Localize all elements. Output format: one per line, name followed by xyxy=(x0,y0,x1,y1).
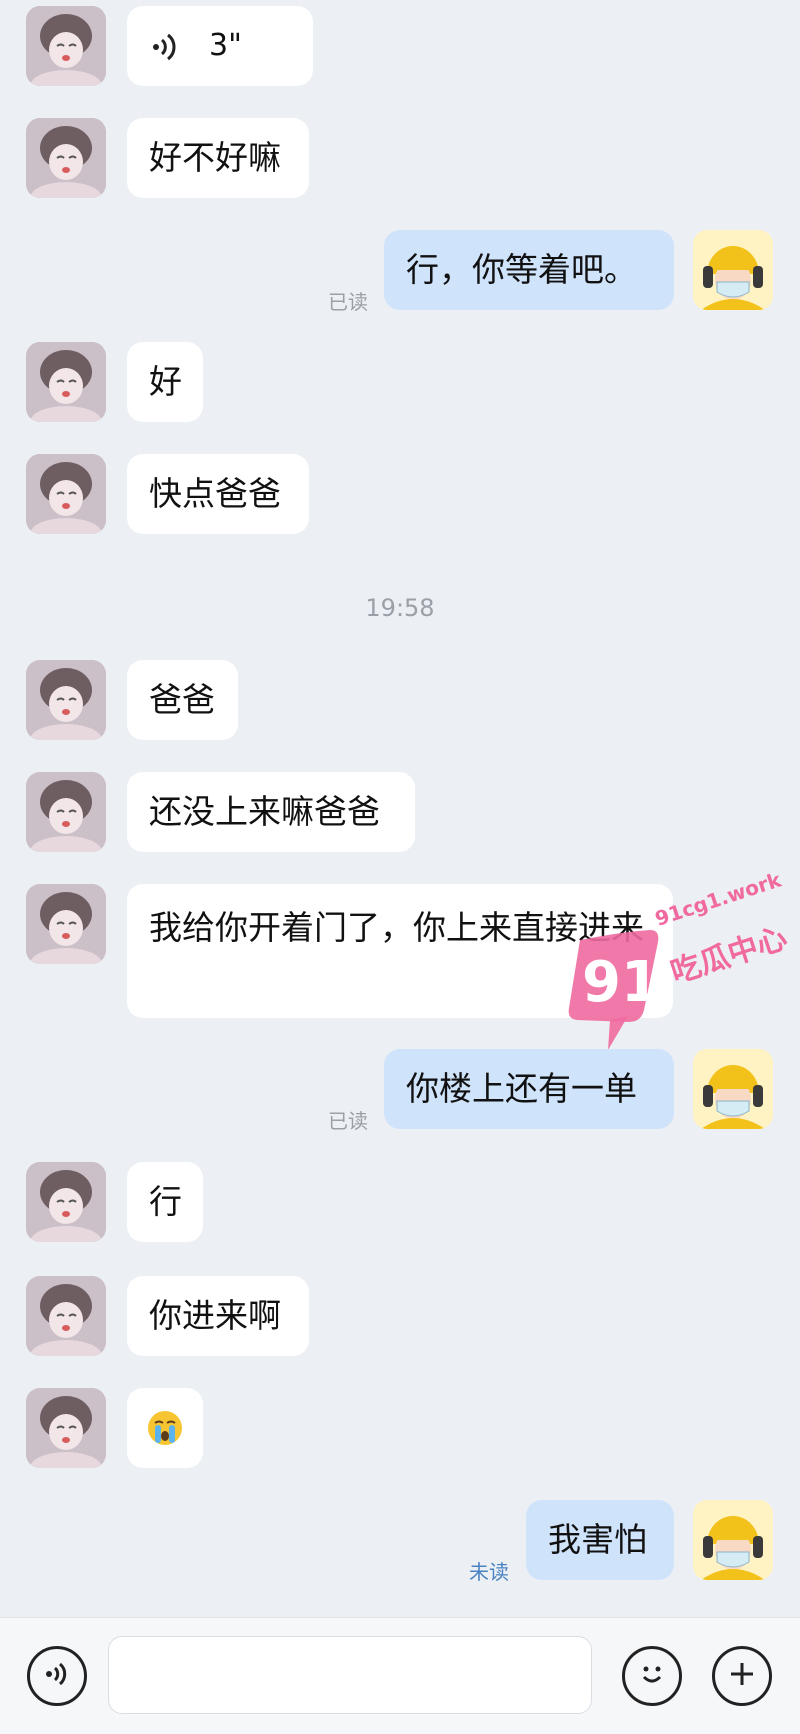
contact-avatar[interactable] xyxy=(26,772,106,852)
contact-avatar[interactable] xyxy=(26,884,106,964)
message-bubble[interactable]: 你进来啊 xyxy=(127,1276,309,1356)
watermark-number: 91 xyxy=(582,950,660,1015)
plus-button[interactable] xyxy=(712,1646,772,1706)
user-avatar[interactable] xyxy=(693,230,773,310)
message-bubble[interactable]: 好 xyxy=(127,342,203,422)
message-bubble[interactable]: 还没上来嘛爸爸 xyxy=(127,772,415,852)
message-row: 快点爸爸 xyxy=(0,454,800,534)
voice-icon xyxy=(42,1659,72,1693)
voice-message-bubble[interactable]: 3" xyxy=(127,6,313,86)
contact-avatar[interactable] xyxy=(26,1388,106,1468)
input-bar xyxy=(0,1617,800,1734)
voice-wave-icon xyxy=(151,30,179,74)
message-bubble[interactable]: 爸爸 xyxy=(127,660,238,740)
contact-avatar[interactable] xyxy=(26,660,106,740)
read-status: 已读 xyxy=(328,290,368,314)
message-row: 爸爸 xyxy=(0,660,800,740)
message-row: 3" xyxy=(0,6,800,86)
message-bubble[interactable]: 好不好嘛 xyxy=(127,118,309,198)
user-avatar[interactable] xyxy=(693,1500,773,1580)
crying-face-icon xyxy=(146,1409,184,1458)
contact-avatar[interactable] xyxy=(26,1276,106,1356)
message-input[interactable] xyxy=(108,1636,592,1714)
timestamp: 19:58 xyxy=(365,594,435,622)
message-row: 行 xyxy=(0,1162,800,1242)
message-row: 你进来啊 xyxy=(0,1276,800,1356)
read-status: 已读 xyxy=(328,1109,368,1133)
voice-duration: 3" xyxy=(209,28,242,63)
message-bubble[interactable]: 快点爸爸 xyxy=(127,454,309,534)
emoji-icon xyxy=(635,1657,669,1695)
message-row xyxy=(0,1388,800,1468)
chat-thread: 3" 好不好嘛 已读 行，你等着吧。 好 快点爸爸 19:58 爸爸 还没上来嘛… xyxy=(0,0,800,1617)
message-row: 未读 我害怕 xyxy=(0,1500,800,1584)
message-bubble[interactable]: 行，你等着吧。 xyxy=(384,230,674,310)
message-row: 好 xyxy=(0,342,800,422)
message-bubble[interactable]: 你楼上还有一单 xyxy=(384,1049,674,1129)
message-row: 还没上来嘛爸爸 xyxy=(0,772,800,852)
message-bubble[interactable]: 我害怕 xyxy=(526,1500,674,1580)
message-bubble[interactable]: 行 xyxy=(127,1162,203,1242)
message-row: 好不好嘛 xyxy=(0,118,800,198)
message-row: 已读 你楼上还有一单 xyxy=(0,1049,800,1133)
user-avatar[interactable] xyxy=(693,1049,773,1129)
contact-avatar[interactable] xyxy=(26,1162,106,1242)
contact-avatar[interactable] xyxy=(26,342,106,422)
contact-avatar[interactable] xyxy=(26,6,106,86)
contact-avatar[interactable] xyxy=(26,454,106,534)
emoji-button[interactable] xyxy=(622,1646,682,1706)
message-row: 已读 行，你等着吧。 xyxy=(0,230,800,314)
emoji-message-bubble[interactable] xyxy=(127,1388,203,1468)
plus-icon xyxy=(727,1659,757,1693)
voice-button[interactable] xyxy=(27,1646,87,1706)
unread-status: 未读 xyxy=(469,1560,509,1584)
contact-avatar[interactable] xyxy=(26,118,106,198)
